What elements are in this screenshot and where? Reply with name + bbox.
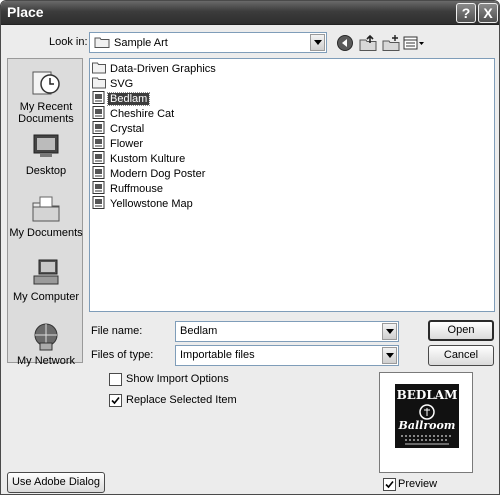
show-import-options-checkbox[interactable] (109, 373, 122, 386)
title-bar[interactable]: Place ? X (1, 1, 499, 25)
document-icon (92, 181, 105, 194)
document-icon (92, 166, 105, 179)
chevron-down-icon[interactable] (382, 347, 397, 364)
up-folder-icon[interactable] (359, 34, 377, 52)
use-adobe-dialog-button[interactable]: Use Adobe Dialog (7, 472, 105, 493)
document-icon (92, 91, 105, 104)
file-name-value: Bedlam (180, 325, 218, 337)
preview-label[interactable]: Preview (398, 478, 437, 490)
document-icon (92, 121, 105, 134)
chevron-down-icon[interactable] (310, 34, 325, 51)
file-row[interactable]: Kustom Kulture (92, 151, 187, 166)
folder-row[interactable]: Data-Driven Graphics (92, 61, 218, 76)
file-type-dropdown[interactable]: Importable files (175, 345, 399, 366)
recent-documents-icon (32, 71, 60, 95)
help-button[interactable]: ? (456, 3, 476, 23)
document-icon (92, 151, 105, 164)
preview-box: BEDLAM Ballroom (379, 372, 473, 473)
folder-icon (94, 37, 110, 48)
places-bar: My Recent Documents Desktop My Documents (7, 58, 84, 367)
places-my-documents-label: My Documents (9, 227, 83, 239)
places-my-network-label: My Network (16, 355, 76, 367)
preview-title-text: BEDLAM (397, 388, 458, 402)
desktop-icon (33, 134, 59, 157)
places-desktop-label: Desktop (25, 165, 67, 177)
file-name-text: SVG (110, 78, 134, 90)
view-menu-icon[interactable] (403, 34, 425, 52)
look-in-label: Look in: (49, 36, 88, 48)
replace-selected-item-checkbox[interactable] (109, 394, 122, 407)
dialog-title: Place (7, 4, 44, 20)
file-row[interactable]: Cheshire Cat (92, 106, 176, 121)
file-row[interactable]: Bedlam (92, 91, 151, 106)
document-icon (92, 136, 105, 149)
file-name-text: Ruffmouse (110, 183, 163, 195)
file-row[interactable]: Modern Dog Poster (92, 166, 207, 181)
file-row[interactable]: Ruffmouse (92, 181, 165, 196)
folder-icon (92, 77, 106, 89)
file-name-text: Crystal (110, 123, 145, 135)
open-button[interactable]: Open (428, 320, 494, 341)
my-documents-icon (32, 196, 60, 222)
preview-subtitle-text: Ballroom (398, 419, 456, 432)
look-in-dropdown[interactable]: Sample Art (89, 32, 327, 53)
chevron-down-icon[interactable] (382, 323, 397, 340)
look-in-value: Sample Art (94, 36, 168, 49)
replace-selected-item-label[interactable]: Replace Selected Item (126, 394, 237, 406)
file-type-label: Files of type: (91, 349, 154, 361)
new-folder-icon[interactable] (382, 34, 400, 52)
places-my-computer[interactable]: My Computer (8, 257, 84, 303)
file-list[interactable]: Data-Driven Graphics SVG Bedlam Cheshire Ca… (89, 58, 495, 312)
my-computer-icon (33, 259, 59, 285)
file-type-value: Importable files (180, 349, 255, 361)
places-recent-documents[interactable]: My Recent Documents (8, 67, 84, 125)
file-row[interactable]: Yellowstone Map (92, 196, 195, 211)
close-button[interactable]: X (478, 3, 498, 23)
back-icon[interactable] (336, 34, 354, 52)
file-row[interactable]: Crystal (92, 121, 146, 136)
file-name-field[interactable]: Bedlam (175, 321, 399, 342)
preview-thumbnail-art: BEDLAM Ballroom (395, 384, 459, 448)
file-name-text: Data-Driven Graphics (110, 63, 216, 75)
file-name-text: Kustom Kulture (110, 153, 186, 165)
cancel-button[interactable]: Cancel (428, 345, 494, 366)
my-network-icon (34, 323, 58, 351)
file-name-text: Bedlam (106, 92, 151, 106)
preview-thumbnail: BEDLAM Ballroom (395, 384, 459, 448)
file-name-text: Flower (110, 138, 144, 150)
places-desktop[interactable]: Desktop (8, 131, 84, 177)
preview-checkbox[interactable] (383, 478, 396, 491)
show-import-options-label[interactable]: Show Import Options (126, 373, 229, 385)
places-recent-documents-label: My Recent Documents (18, 101, 74, 125)
places-my-documents[interactable]: My Documents (8, 193, 84, 239)
file-name-text: Modern Dog Poster (110, 168, 206, 180)
document-icon (92, 106, 105, 119)
file-name-label: File name: (91, 325, 143, 337)
folder-icon (92, 62, 106, 74)
places-my-network[interactable]: My Network (8, 321, 84, 367)
file-name-text: Yellowstone Map (110, 198, 193, 210)
file-name-text: Cheshire Cat (110, 108, 175, 120)
places-my-computer-label: My Computer (12, 291, 80, 303)
checkmark-icon (385, 480, 394, 489)
checkmark-icon (111, 396, 120, 405)
document-icon (92, 196, 105, 209)
folder-row[interactable]: SVG (92, 76, 135, 91)
file-row[interactable]: Flower (92, 136, 145, 151)
place-dialog: Place ? X Look in: Sample Art My Recent … (0, 0, 500, 495)
look-in-value-text: Sample Art (114, 37, 168, 49)
